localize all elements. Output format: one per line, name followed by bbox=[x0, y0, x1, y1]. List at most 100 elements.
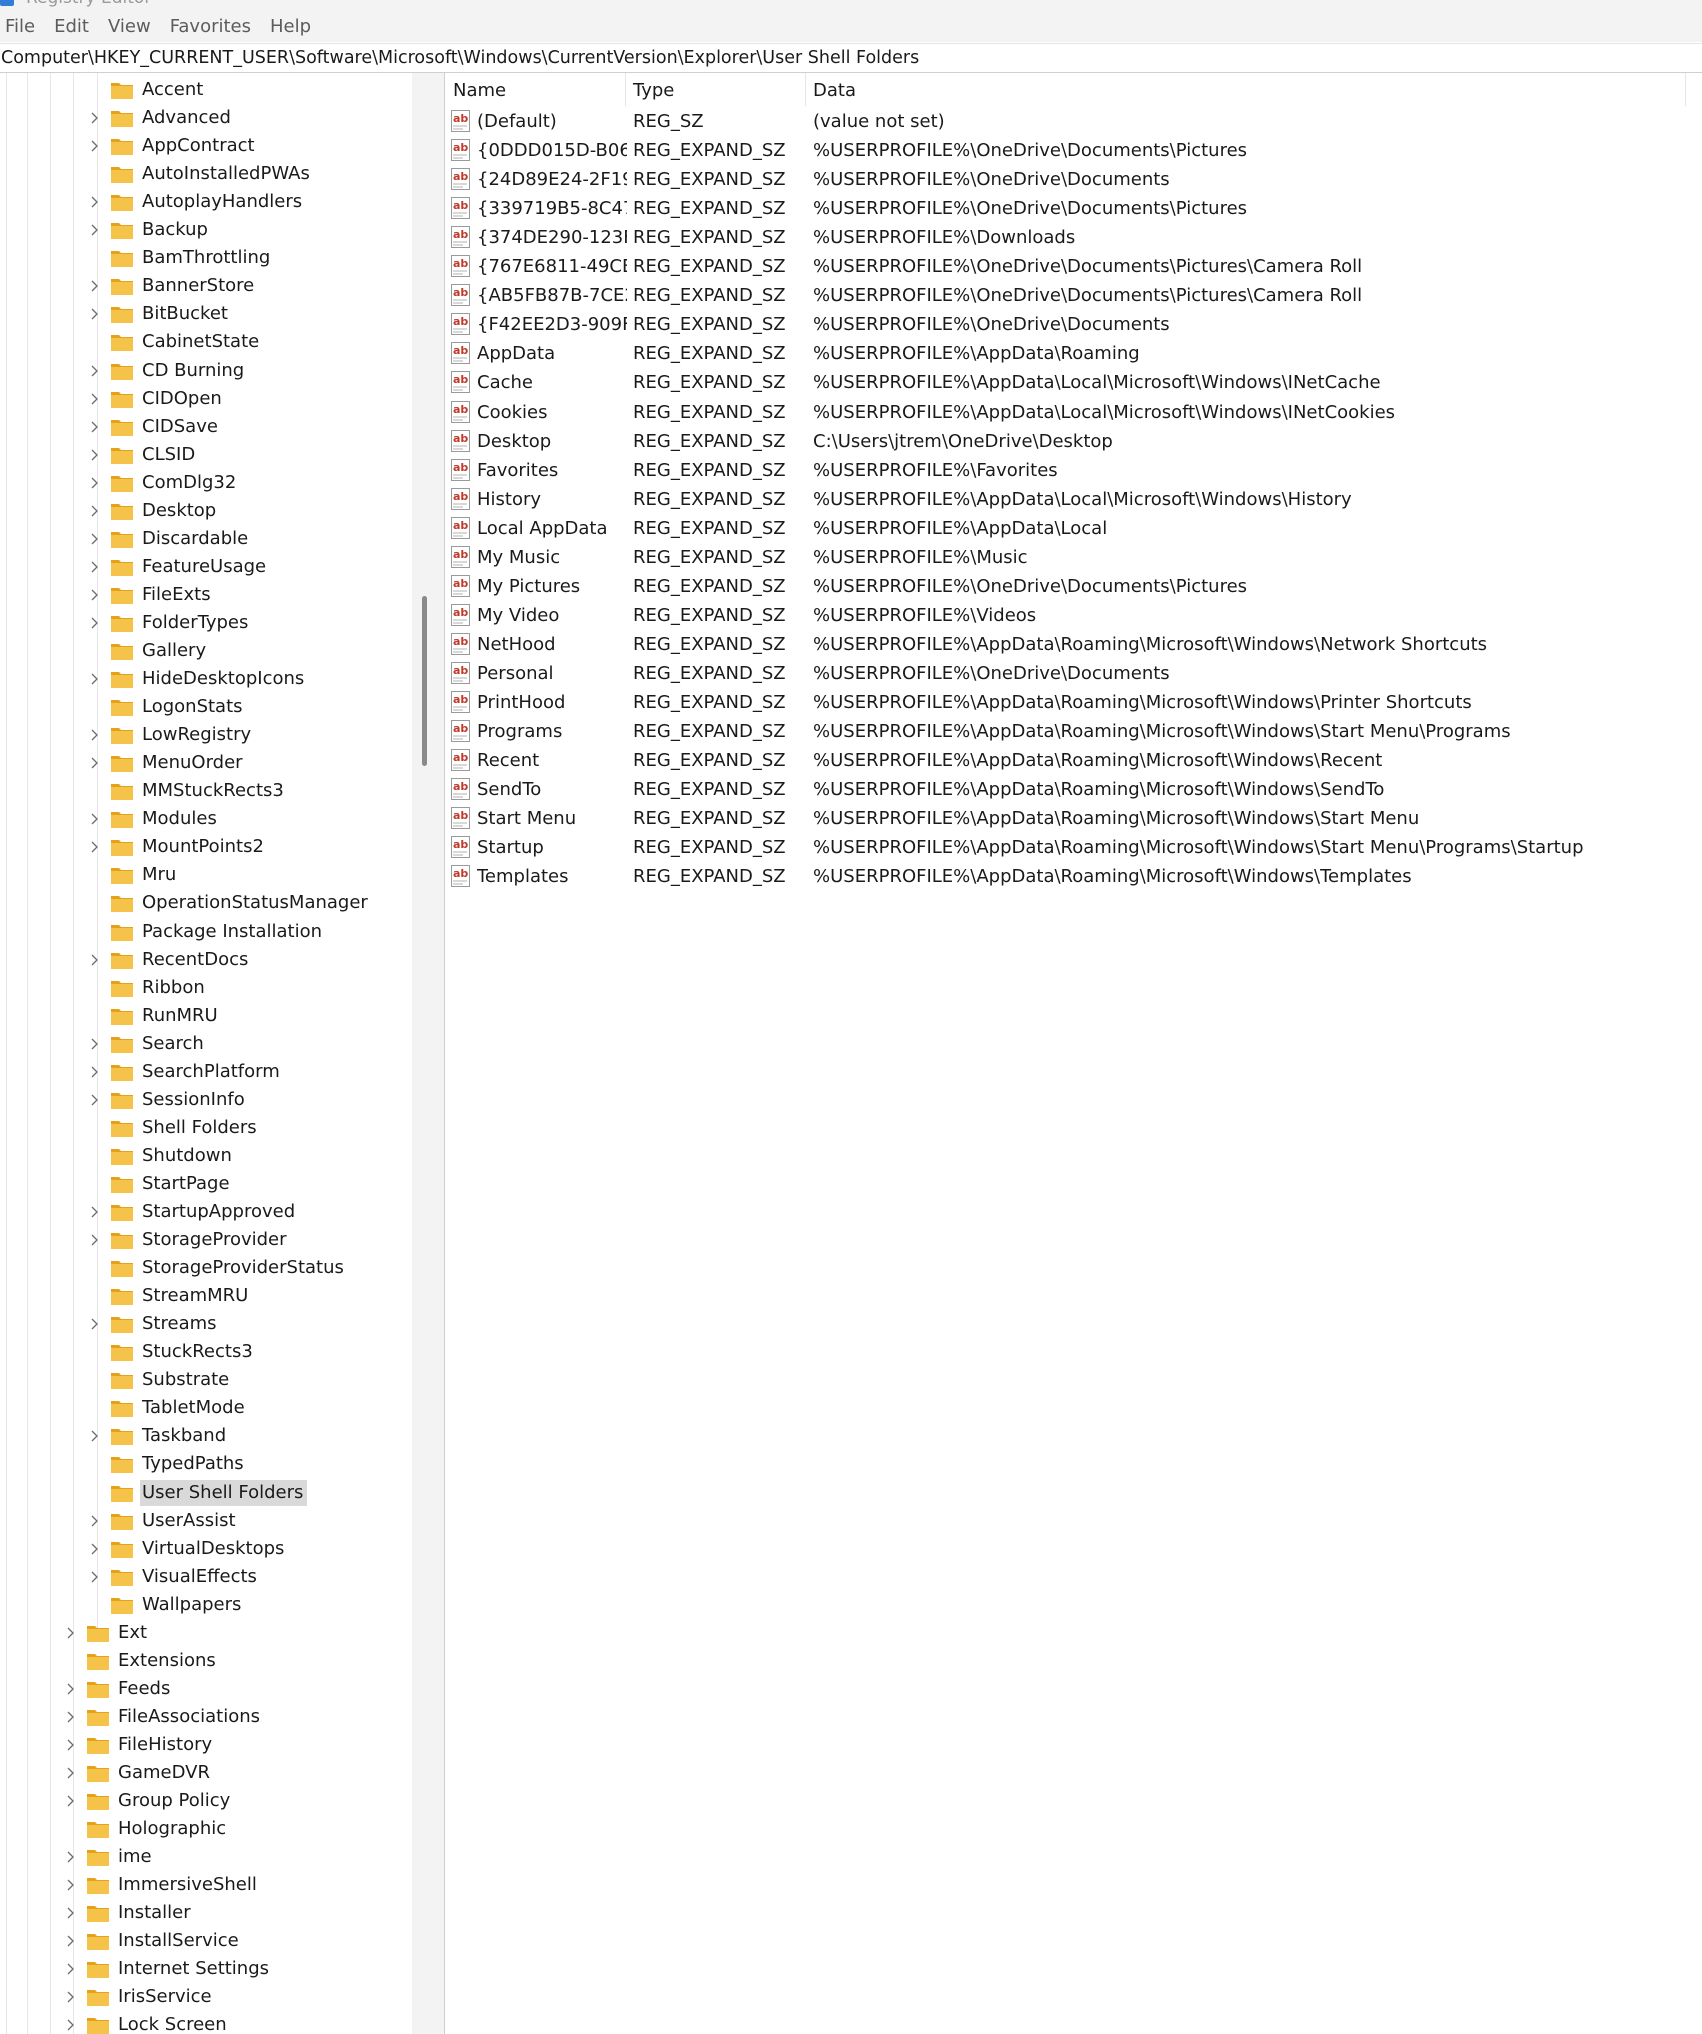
chevron-right-icon[interactable] bbox=[62, 1619, 78, 1647]
chevron-right-icon[interactable] bbox=[86, 1563, 102, 1591]
tree-item-backup[interactable]: Backup bbox=[86, 216, 212, 244]
chevron-right-icon[interactable] bbox=[62, 2011, 78, 2034]
tree-item-operationstatusmanager[interactable]: OperationStatusManager bbox=[86, 889, 372, 917]
value-row[interactable]: ab {374DE290-123F... REG_EXPAND_SZ %USERPRO… bbox=[446, 223, 1702, 252]
value-row[interactable]: ab Cookies REG_EXPAND_SZ %USERPROFILE%\AppD… bbox=[446, 398, 1702, 427]
tree-item-shutdown[interactable]: Shutdown bbox=[86, 1142, 236, 1170]
value-row[interactable]: ab Personal REG_EXPAND_SZ %USERPROFILE%\One… bbox=[446, 659, 1702, 688]
menu-file[interactable]: File bbox=[0, 12, 43, 42]
tree-item-clsid[interactable]: CLSID bbox=[86, 441, 199, 469]
chevron-right-icon[interactable] bbox=[86, 1030, 102, 1058]
tree-item-startpage[interactable]: StartPage bbox=[86, 1170, 234, 1198]
value-row[interactable]: ab NetHood REG_EXPAND_SZ %USERPROFILE%\AppD… bbox=[446, 630, 1702, 659]
tree-item-installer[interactable]: Installer bbox=[62, 1899, 195, 1927]
chevron-right-icon[interactable] bbox=[86, 469, 102, 497]
tree-item-filehistory[interactable]: FileHistory bbox=[62, 1731, 216, 1759]
chevron-right-icon[interactable] bbox=[86, 1058, 102, 1086]
value-row[interactable]: ab Desktop REG_EXPAND_SZ C:\Users\jtrem\One… bbox=[446, 427, 1702, 456]
tree-item-searchplatform[interactable]: SearchPlatform bbox=[86, 1058, 284, 1086]
chevron-right-icon[interactable] bbox=[62, 1787, 78, 1815]
chevron-right-icon[interactable] bbox=[86, 104, 102, 132]
address-bar[interactable]: Computer\HKEY_CURRENT_USER\Software\Micr… bbox=[0, 43, 1702, 73]
value-row[interactable]: ab My Video REG_EXPAND_SZ %USERPROFILE%\Vid… bbox=[446, 601, 1702, 630]
tree-item-mountpoints2[interactable]: MountPoints2 bbox=[86, 833, 268, 861]
column-header-name[interactable]: Name bbox=[446, 73, 626, 106]
tree-item-storageprovider[interactable]: StorageProvider bbox=[86, 1226, 291, 1254]
value-row[interactable]: ab History REG_EXPAND_SZ %USERPROFILE%\AppD… bbox=[446, 485, 1702, 514]
value-row[interactable]: ab Startup REG_EXPAND_SZ %USERPROFILE%\AppD… bbox=[446, 833, 1702, 862]
chevron-right-icon[interactable] bbox=[86, 581, 102, 609]
tree-item-comdlg32[interactable]: ComDlg32 bbox=[86, 469, 240, 497]
tree-item-immersiveshell[interactable]: ImmersiveShell bbox=[62, 1871, 261, 1899]
tree-item-shell-folders[interactable]: Shell Folders bbox=[86, 1114, 261, 1142]
pane-splitter[interactable] bbox=[412, 73, 445, 2034]
value-row[interactable]: ab {F42EE2D3-909F... REG_EXPAND_SZ %USERPRO… bbox=[446, 310, 1702, 339]
chevron-right-icon[interactable] bbox=[86, 1086, 102, 1114]
chevron-right-icon[interactable] bbox=[86, 497, 102, 525]
tree-item-tabletmode[interactable]: TabletMode bbox=[86, 1394, 249, 1422]
tree-item-ribbon[interactable]: Ribbon bbox=[86, 974, 209, 1002]
value-row[interactable]: ab AppData REG_EXPAND_SZ %USERPROFILE%\AppD… bbox=[446, 339, 1702, 368]
menu-edit[interactable]: Edit bbox=[49, 12, 97, 42]
tree-item-bamthrottling[interactable]: BamThrottling bbox=[86, 244, 274, 272]
chevron-right-icon[interactable] bbox=[86, 1226, 102, 1254]
chevron-right-icon[interactable] bbox=[86, 749, 102, 777]
tree-item-user-shell-folders[interactable]: User Shell Folders bbox=[86, 1479, 308, 1507]
value-row[interactable]: ab My Music REG_EXPAND_SZ %USERPROFILE%\Mus… bbox=[446, 543, 1702, 572]
tree-item-cabinetstate[interactable]: CabinetState bbox=[86, 328, 263, 356]
tree-item-cidopen[interactable]: CIDOpen bbox=[86, 385, 226, 413]
tree-item-logonstats[interactable]: LogonStats bbox=[86, 693, 247, 721]
tree-item-menuorder[interactable]: MenuOrder bbox=[86, 749, 247, 777]
tree-item-search[interactable]: Search bbox=[86, 1030, 208, 1058]
chevron-right-icon[interactable] bbox=[86, 1507, 102, 1535]
value-row[interactable]: ab Recent REG_EXPAND_SZ %USERPROFILE%\AppDa… bbox=[446, 746, 1702, 775]
tree-item-cd-burning[interactable]: CD Burning bbox=[86, 357, 248, 385]
tree-item-accent[interactable]: Accent bbox=[86, 76, 207, 104]
tree-item-autoplayhandlers[interactable]: AutoplayHandlers bbox=[86, 188, 306, 216]
tree-item-hidedesktopicons[interactable]: HideDesktopIcons bbox=[86, 665, 308, 693]
value-row[interactable]: ab Start Menu REG_EXPAND_SZ %USERPROFILE%\A… bbox=[446, 804, 1702, 833]
value-row[interactable]: ab Templates REG_EXPAND_SZ %USERPROFILE%\Ap… bbox=[446, 862, 1702, 891]
value-row[interactable]: ab PrintHood REG_EXPAND_SZ %USERPROFILE%\Ap… bbox=[446, 688, 1702, 717]
menu-help[interactable]: Help bbox=[265, 12, 319, 42]
tree-item-userassist[interactable]: UserAssist bbox=[86, 1507, 240, 1535]
tree-item-holographic[interactable]: Holographic bbox=[62, 1815, 230, 1843]
value-row[interactable]: ab Programs REG_EXPAND_SZ %USERPROFILE%\App… bbox=[446, 717, 1702, 746]
tree-item-package-installation[interactable]: Package Installation bbox=[86, 918, 326, 946]
column-header-data[interactable]: Data bbox=[806, 73, 1686, 106]
tree-item-wallpapers[interactable]: Wallpapers bbox=[86, 1591, 245, 1619]
tree-item-advanced[interactable]: Advanced bbox=[86, 104, 235, 132]
chevron-right-icon[interactable] bbox=[86, 721, 102, 749]
chevron-right-icon[interactable] bbox=[86, 272, 102, 300]
chevron-right-icon[interactable] bbox=[86, 132, 102, 160]
tree-item-extensions[interactable]: Extensions bbox=[62, 1647, 220, 1675]
tree-item-irisservice[interactable]: IrisService bbox=[62, 1983, 216, 2011]
tree-item-virtualdesktops[interactable]: VirtualDesktops bbox=[86, 1535, 288, 1563]
tree-item-mru[interactable]: Mru bbox=[86, 861, 180, 889]
value-row[interactable]: ab {0DDD015D-B06... REG_EXPAND_SZ %USERPROF… bbox=[446, 136, 1702, 165]
tree-item-startupapproved[interactable]: StartupApproved bbox=[86, 1198, 299, 1226]
tree-item-fileassociations[interactable]: FileAssociations bbox=[62, 1703, 264, 1731]
value-row[interactable]: ab SendTo REG_EXPAND_SZ %USERPROFILE%\AppDa… bbox=[446, 775, 1702, 804]
chevron-right-icon[interactable] bbox=[86, 833, 102, 861]
tree-item-lock-screen[interactable]: Lock Screen bbox=[62, 2011, 231, 2034]
column-header-type[interactable]: Type bbox=[626, 73, 806, 106]
chevron-right-icon[interactable] bbox=[86, 525, 102, 553]
chevron-right-icon[interactable] bbox=[62, 1731, 78, 1759]
chevron-right-icon[interactable] bbox=[62, 1843, 78, 1871]
chevron-right-icon[interactable] bbox=[62, 1927, 78, 1955]
value-row[interactable]: ab {339719B5-8C47... REG_EXPAND_SZ %USERPRO… bbox=[446, 194, 1702, 223]
tree-item-feeds[interactable]: Feeds bbox=[62, 1675, 174, 1703]
tree-item-autoinstalledpwas[interactable]: AutoInstalledPWAs bbox=[86, 160, 314, 188]
value-row[interactable]: ab {AB5FB87B-7CE2... REG_EXPAND_SZ %USERPRO… bbox=[446, 281, 1702, 310]
chevron-right-icon[interactable] bbox=[86, 385, 102, 413]
chevron-right-icon[interactable] bbox=[86, 413, 102, 441]
tree-item-appcontract[interactable]: AppContract bbox=[86, 132, 259, 160]
value-row[interactable]: ab {767E6811-49CB... REG_EXPAND_SZ %USERPRO… bbox=[446, 252, 1702, 281]
tree-item-desktop[interactable]: Desktop bbox=[86, 497, 220, 525]
tree-item-group-policy[interactable]: Group Policy bbox=[62, 1787, 234, 1815]
tree-item-lowregistry[interactable]: LowRegistry bbox=[86, 721, 255, 749]
chevron-right-icon[interactable] bbox=[62, 1759, 78, 1787]
tree-item-installservice[interactable]: InstallService bbox=[62, 1927, 243, 1955]
tree-item-discardable[interactable]: Discardable bbox=[86, 525, 252, 553]
